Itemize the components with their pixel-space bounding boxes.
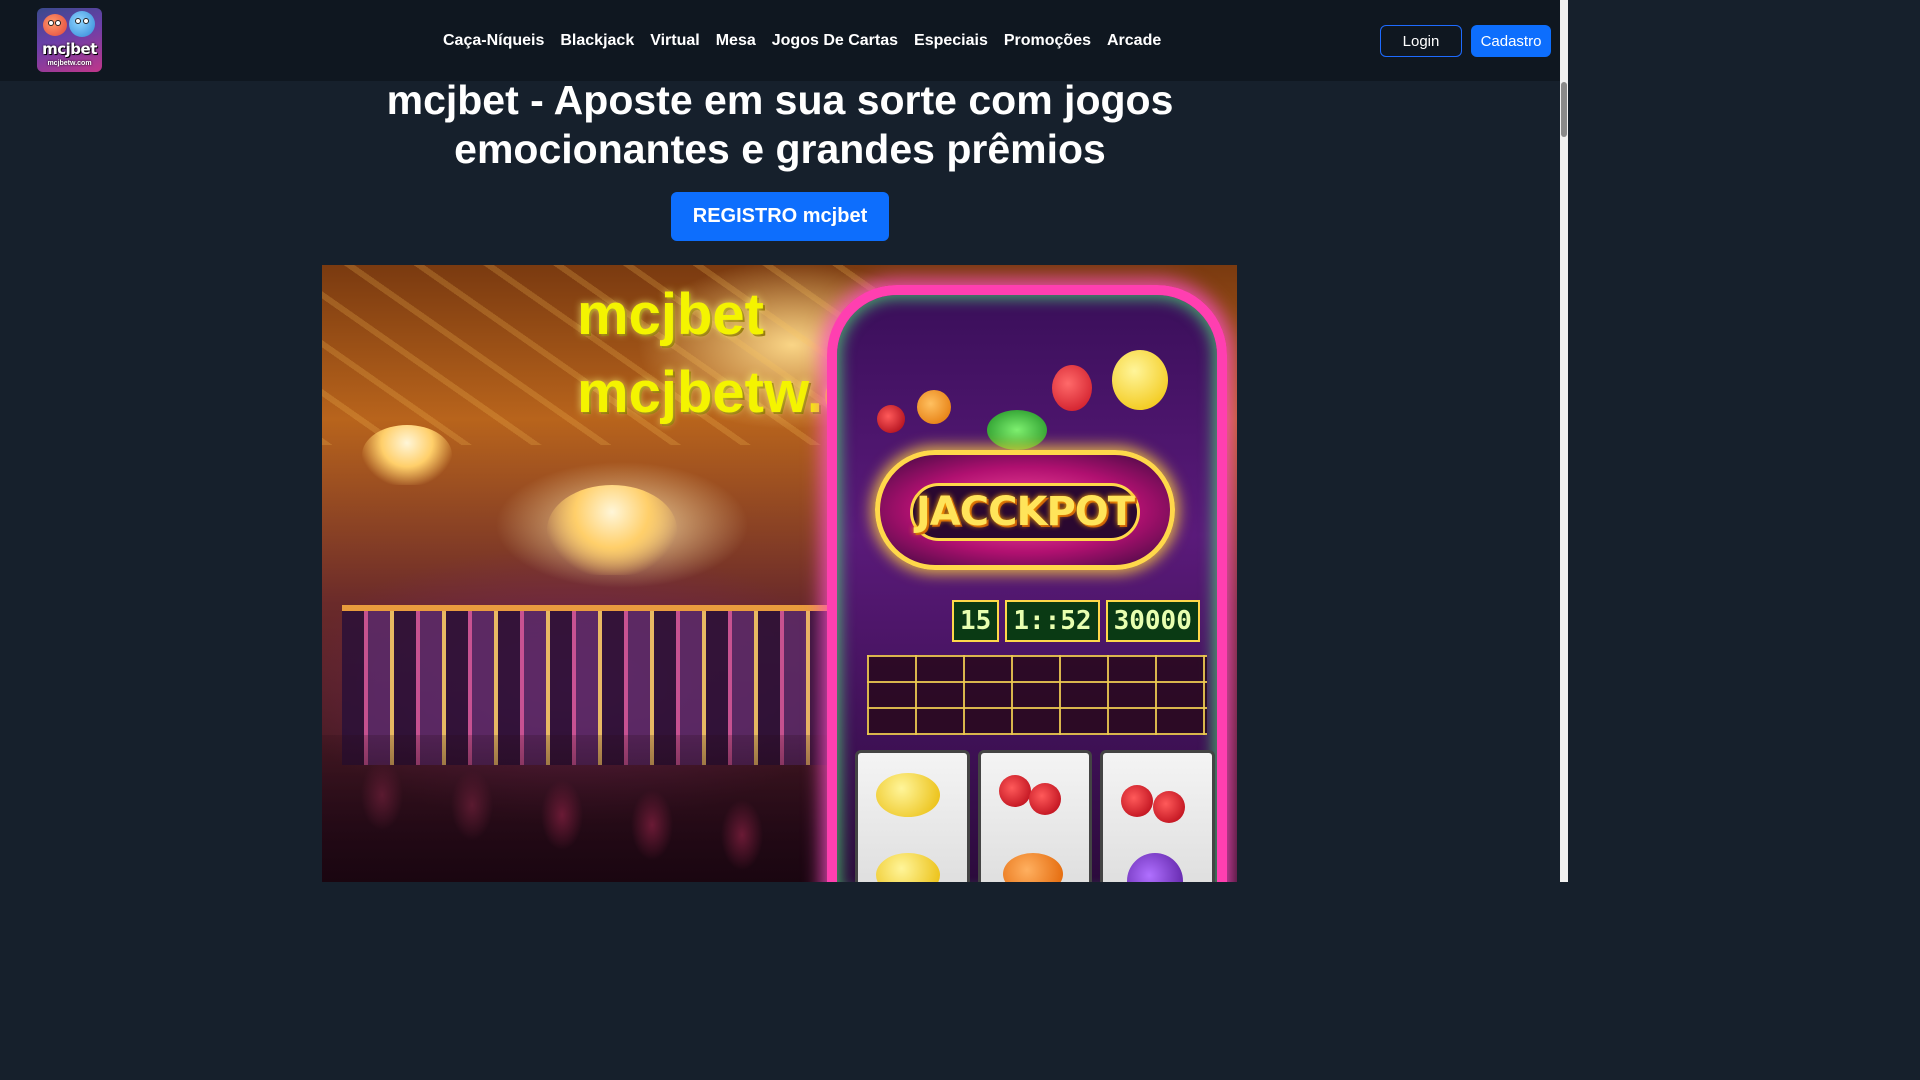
reel xyxy=(977,750,1093,882)
cherry-icon xyxy=(1121,785,1154,817)
main-nav: Caça-Níqueis Blackjack Virtual Mesa Jogo… xyxy=(435,0,1169,81)
logo-subtext: mcjbetw.com xyxy=(47,60,92,67)
nav-item-jogos-de-cartas[interactable]: Jogos De Cartas xyxy=(764,32,906,50)
nav-item-arcade[interactable]: Arcade xyxy=(1099,32,1169,50)
mascot-blue-icon xyxy=(69,11,95,37)
brand-logo[interactable]: mcjbet mcjbetw.com xyxy=(37,8,102,72)
machine-display: 15 1::52 30000 xyxy=(952,600,1200,642)
lemon-icon xyxy=(876,853,940,882)
cherry-icon xyxy=(1153,791,1186,823)
leaf-icon xyxy=(987,410,1047,450)
display-value: 15 xyxy=(952,600,1000,642)
mascot-red-icon xyxy=(43,14,67,36)
slot-reels xyxy=(855,750,1216,882)
lemon-icon xyxy=(876,773,940,817)
chandelier-icon xyxy=(547,485,677,575)
jackpot-panel: JACCKPOT xyxy=(875,450,1175,570)
cherry-icon xyxy=(877,405,905,433)
banner-brand-text: mcjbet xyxy=(577,282,764,347)
reel xyxy=(855,750,970,882)
jackpot-slot-machine: JACCKPOT 15 1::52 30000 xyxy=(827,285,1227,882)
lemon-icon xyxy=(1112,350,1168,410)
login-button[interactable]: Login xyxy=(1380,25,1462,57)
signup-button[interactable]: Cadastro xyxy=(1471,25,1551,57)
cherry-icon xyxy=(998,775,1031,807)
nav-item-especiais[interactable]: Especiais xyxy=(906,32,996,50)
orange-icon xyxy=(1002,853,1063,882)
page-title: mcjbet - Aposte em sua sorte com jogos e… xyxy=(386,77,1174,172)
nav-item-mesa[interactable]: Mesa xyxy=(708,32,764,50)
nav-item-caca-niqueis[interactable]: Caça-Níqueis xyxy=(435,32,552,50)
grapes-icon xyxy=(1127,853,1184,882)
cherry-icon xyxy=(1028,783,1061,815)
register-button[interactable]: REGISTRO mcjbet xyxy=(671,192,889,241)
nav-item-blackjack[interactable]: Blackjack xyxy=(552,32,642,50)
scrollbar-thumb[interactable] xyxy=(1561,82,1567,137)
logo-text: mcjbet xyxy=(42,40,97,58)
casino-chairs xyxy=(322,735,842,882)
nav-item-promocoes[interactable]: Promoções xyxy=(996,32,1099,50)
reel xyxy=(1100,750,1216,882)
nav-item-virtual[interactable]: Virtual xyxy=(642,32,708,50)
jackpot-label: JACCKPOT xyxy=(915,489,1135,535)
page: mcjbet mcjbetw.com Caça-Níqueis Blackjac… xyxy=(0,0,1568,882)
orange-icon xyxy=(917,390,951,424)
paytable-grid xyxy=(867,655,1207,735)
hero-banner-image: mcjbet mcjbetw.com JACCKPOT 15 1::52 300… xyxy=(322,265,1237,882)
chandelier-icon xyxy=(362,425,452,485)
strawberry-icon xyxy=(1052,365,1092,411)
display-value: 30000 xyxy=(1105,600,1200,642)
display-value: 1::52 xyxy=(1005,600,1100,642)
top-navbar: mcjbet mcjbetw.com Caça-Níqueis Blackjac… xyxy=(0,0,1560,81)
